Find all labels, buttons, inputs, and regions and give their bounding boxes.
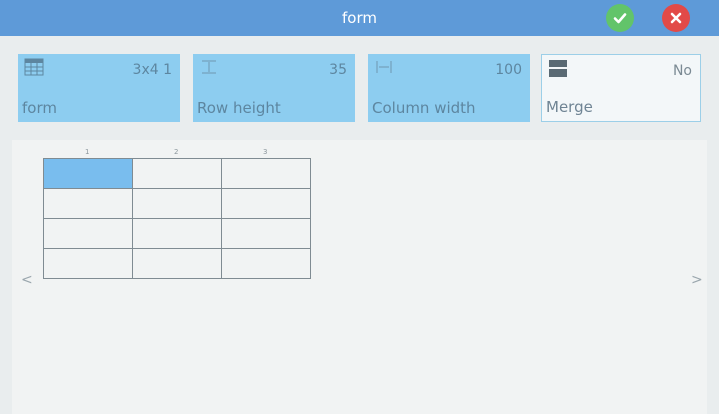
- table-cell[interactable]: [221, 158, 311, 189]
- table-cell-selected[interactable]: [43, 158, 133, 189]
- table-row: [43, 218, 311, 249]
- form-tile[interactable]: 3x4 1 form: [18, 54, 180, 122]
- table-cell[interactable]: [221, 248, 311, 279]
- check-icon: [613, 13, 627, 24]
- merge-value: No: [672, 63, 692, 79]
- next-arrow[interactable]: >: [691, 272, 703, 288]
- table-row: [43, 188, 311, 219]
- table-cell[interactable]: [221, 188, 311, 219]
- column-width-tile[interactable]: 100 Column width: [368, 54, 530, 122]
- table-cell[interactable]: [132, 248, 222, 279]
- row-height-label: Row height: [197, 99, 281, 117]
- table-row: [43, 158, 311, 189]
- merge-icon: [549, 60, 567, 77]
- column-width-icon: [376, 61, 392, 73]
- column-number-1: 1: [85, 148, 90, 156]
- previous-arrow[interactable]: <: [21, 272, 33, 288]
- form-label: form: [22, 99, 57, 117]
- column-number-2: 2: [174, 148, 179, 156]
- cancel-button[interactable]: [662, 4, 690, 32]
- merge-tile[interactable]: No Merge: [541, 54, 701, 122]
- table-cell[interactable]: [132, 158, 222, 189]
- table-icon: [24, 58, 44, 76]
- row-height-tile[interactable]: 35 Row height: [193, 54, 355, 122]
- confirm-button[interactable]: [606, 4, 634, 32]
- table-row: [43, 248, 311, 279]
- form-value: 3x4 1: [132, 62, 172, 78]
- row-height-value: 35: [329, 62, 347, 78]
- column-width-value: 100: [495, 62, 522, 78]
- table-cell[interactable]: [221, 218, 311, 249]
- column-number-3: 3: [263, 148, 268, 156]
- table-cell[interactable]: [132, 218, 222, 249]
- table-cell[interactable]: [43, 218, 133, 249]
- table-cell[interactable]: [43, 188, 133, 219]
- table-cell[interactable]: [132, 188, 222, 219]
- row-height-icon: [202, 60, 216, 74]
- table-cell[interactable]: [43, 248, 133, 279]
- close-icon: [670, 12, 682, 24]
- merge-label: Merge: [546, 98, 593, 116]
- column-width-label: Column width: [372, 99, 476, 117]
- form-table: [43, 158, 311, 279]
